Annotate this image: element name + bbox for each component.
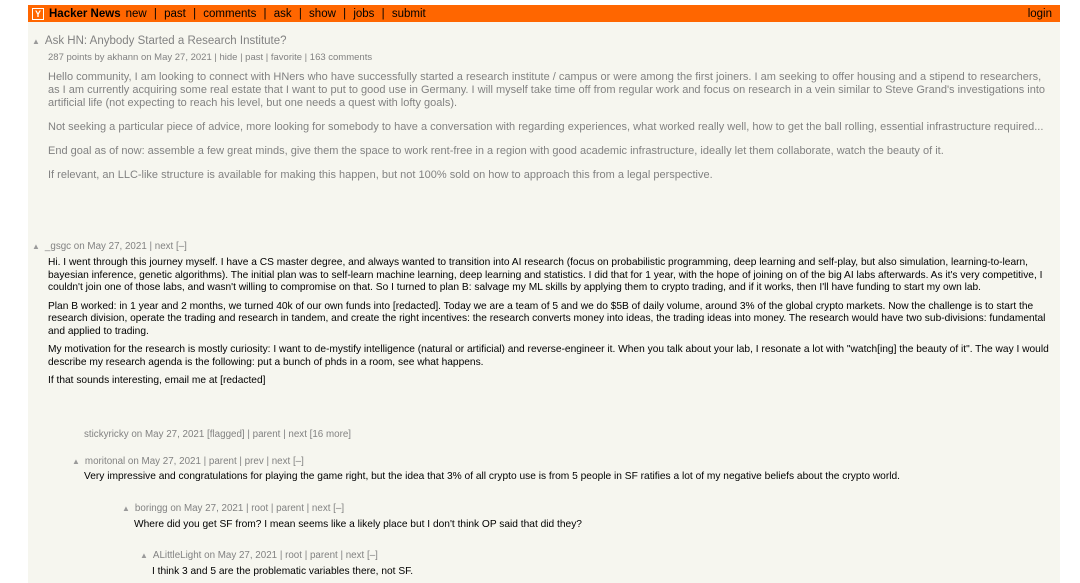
login-link[interactable]: login (1028, 8, 1056, 20)
nav-ask-link[interactable]: ask (274, 8, 292, 20)
nav-separator: | (263, 7, 267, 20)
comment-meta[interactable]: ALittleLight on May 27, 2021 | root | pa… (153, 550, 378, 561)
story-title-row: ▲ Ask HN: Anybody Started a Research Ins… (32, 35, 1052, 47)
comment: ▲ _gsgc on May 27, 2021 | next [–] Hi. I… (32, 241, 1052, 394)
nav-separator: | (343, 7, 347, 20)
y-logo[interactable]: Y (32, 7, 44, 20)
comment-head: ▲ boringg on May 27, 2021 | root | paren… (122, 503, 1052, 514)
nav-separator: | (298, 7, 302, 20)
comment-paragraph: My motivation for the research is mostly… (48, 344, 1049, 368)
comment-text: Hi. I went through this journey myself. … (48, 257, 1052, 388)
story-text: Hello community, I am looking to connect… (48, 71, 1052, 182)
comment-text: Where did you get SF from? I mean seems … (134, 519, 1052, 532)
nav-new-link[interactable]: new (126, 8, 147, 20)
nav-links: new | past | comments | ask | show | job… (126, 8, 426, 20)
story-paragraph: Not seeking a particular piece of advice… (48, 121, 1044, 133)
comment: ▲ ALittleLight on May 27, 2021 | root | … (140, 550, 1052, 583)
comment-paragraph: Where did you get SF from? I mean seems … (134, 519, 582, 530)
comment-meta[interactable]: moritonal on May 27, 2021 | parent | pre… (85, 456, 304, 467)
page-frame: Y Hacker News new | past | comments | as… (28, 5, 1060, 583)
upvote-arrow-icon[interactable]: ▲ (72, 457, 80, 466)
comment: ▲ boringg on May 27, 2021 | root | paren… (122, 503, 1052, 538)
comment-text: Very impressive and congratulations for … (84, 471, 1052, 484)
upvote-arrow-icon[interactable]: ▲ (32, 37, 40, 46)
nav-past-link[interactable]: past (164, 8, 186, 20)
story-paragraph: End goal as of now: assemble a few great… (48, 145, 944, 157)
comment-head: stickyricky on May 27, 2021 [flagged] | … (84, 429, 1052, 440)
nav-separator: | (193, 7, 197, 20)
nav-separator: | (153, 7, 157, 20)
comment-head: ▲ ALittleLight on May 27, 2021 | root | … (140, 550, 1052, 561)
story-paragraph: Hello community, I am looking to connect… (48, 71, 1046, 109)
comment-head: ▲ _gsgc on May 27, 2021 | next [–] (32, 241, 1052, 252)
upvote-arrow-icon[interactable]: ▲ (140, 551, 148, 560)
comment-paragraph: Very impressive and congratulations for … (84, 471, 900, 482)
story: ▲ Ask HN: Anybody Started a Research Ins… (32, 35, 1052, 193)
story-paragraph: If relevant, an LLC-like structure is av… (48, 169, 713, 181)
comment-meta[interactable]: _gsgc on May 27, 2021 | next [–] (45, 241, 187, 252)
comment-paragraph: Hi. I went through this journey myself. … (48, 257, 1043, 293)
comment-paragraph: Plan B worked: in 1 year and 2 months, w… (48, 300, 1046, 337)
top-nav-bar: Y Hacker News new | past | comments | as… (28, 5, 1060, 22)
comment-meta[interactable]: boringg on May 27, 2021 | root | parent … (135, 503, 344, 514)
nav-comments-link[interactable]: comments (203, 8, 256, 20)
comment-text: I think 3 and 5 are the problematic vari… (152, 566, 1052, 579)
site-brand-link[interactable]: Hacker News (49, 8, 121, 20)
comment-head: ▲ moritonal on May 27, 2021 | parent | p… (72, 456, 1052, 467)
comment-paragraph: If that sounds interesting, email me at … (48, 375, 266, 386)
nav-submit-link[interactable]: submit (392, 8, 426, 20)
nav-show-link[interactable]: show (309, 8, 336, 20)
comment-meta[interactable]: stickyricky on May 27, 2021 [flagged] | … (84, 429, 351, 440)
nav-jobs-link[interactable]: jobs (353, 8, 374, 20)
comment: stickyricky on May 27, 2021 [flagged] | … (84, 429, 1052, 440)
nav-separator: | (381, 7, 385, 20)
comment: ▲ moritonal on May 27, 2021 | parent | p… (72, 456, 1052, 490)
upvote-arrow-icon[interactable]: ▲ (122, 504, 130, 513)
story-title-link[interactable]: Ask HN: Anybody Started a Research Insti… (45, 35, 287, 47)
comment-paragraph: I think 3 and 5 are the problematic vari… (152, 566, 414, 577)
story-subline: 287 points by akhann on May 27, 2021 | h… (48, 52, 373, 63)
upvote-arrow-icon[interactable]: ▲ (32, 242, 40, 251)
